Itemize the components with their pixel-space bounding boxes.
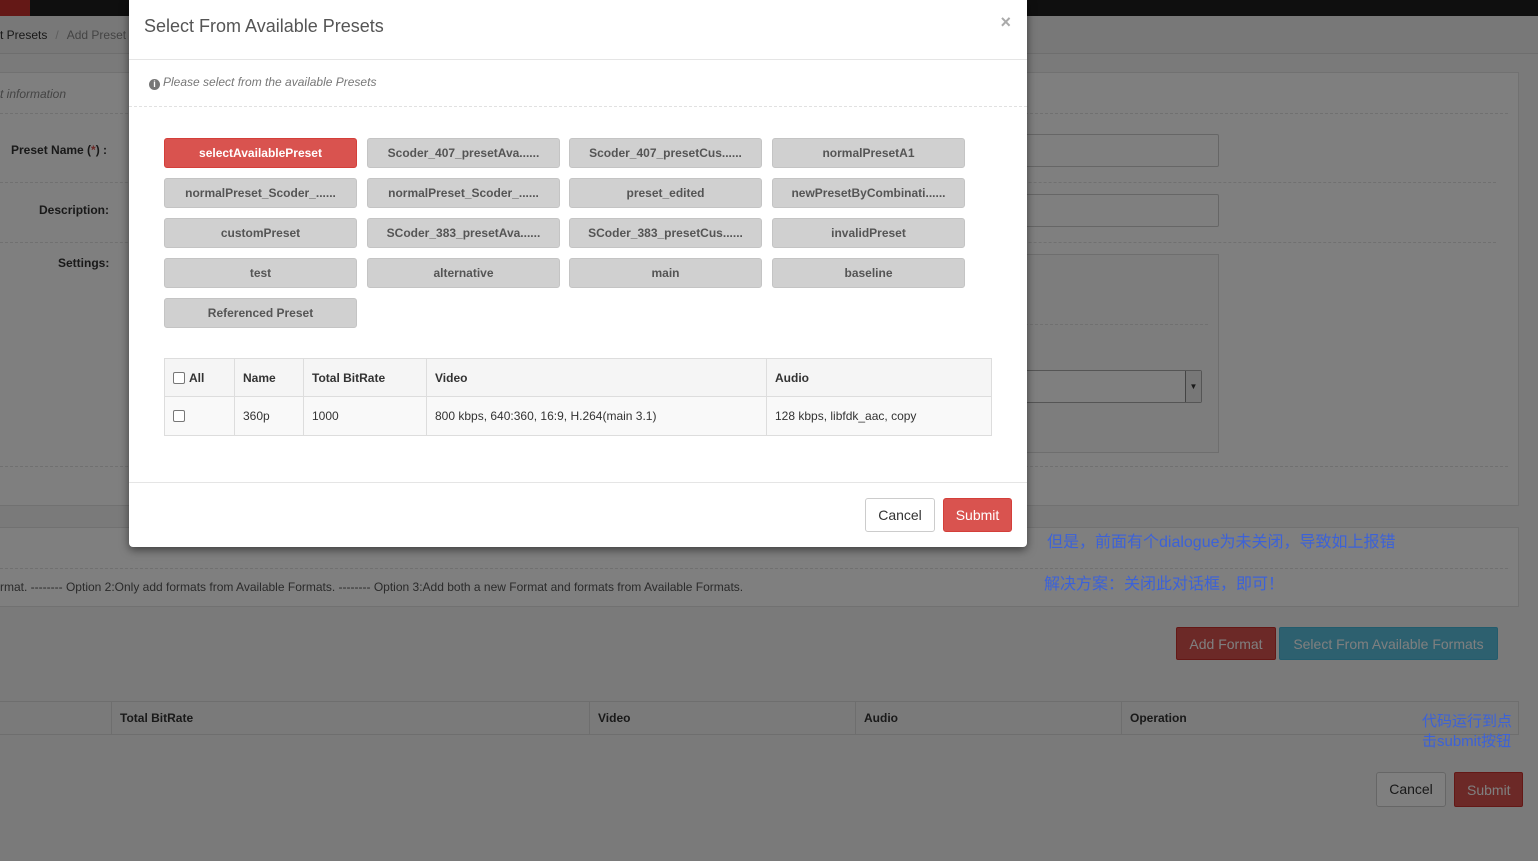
preset-button[interactable]: test [164, 258, 357, 288]
row-select-cell [164, 396, 235, 436]
row-bitrate: 1000 [303, 396, 427, 436]
row-name: 360p [234, 396, 304, 436]
preset-button[interactable]: normalPreset_Scoder_...... [164, 178, 357, 208]
preset-button[interactable]: Scoder_407_presetCus...... [569, 138, 762, 168]
preset-button[interactable]: alternative [367, 258, 560, 288]
annotation-code-note: 代码运行到点击submit按钮 [1422, 713, 1513, 750]
modal-info-text: i Please select from the available Preset… [149, 75, 376, 90]
table-header-row: All Name Total BitRate Video Audio [164, 358, 992, 397]
modal-submit-button[interactable]: Submit [943, 498, 1012, 532]
annotation-error-cause: 但是，前面有个dialogue为未关闭，导致如上报错 [1047, 534, 1396, 551]
select-presets-modal: Select From Available Presets × i Please … [129, 0, 1027, 547]
row-video: 800 kbps, 640:360, 16:9, H.264(main 3.1) [426, 396, 767, 436]
modal-footer-divider [129, 482, 1027, 483]
preset-button[interactable]: customPreset [164, 218, 357, 248]
column-video: Video [426, 358, 767, 397]
column-all: All [164, 358, 235, 397]
row-audio: 128 kbps, libfdk_aac, copy [766, 396, 992, 436]
preset-button[interactable]: selectAvailablePreset [164, 138, 357, 168]
column-audio: Audio [766, 358, 992, 397]
modal-title: Select From Available Presets [144, 16, 384, 36]
column-total-bitrate: Total BitRate [303, 358, 427, 397]
preset-button[interactable]: preset_edited [569, 178, 762, 208]
column-name: Name [234, 358, 304, 397]
row-checkbox[interactable] [173, 410, 185, 422]
preset-button[interactable]: SCoder_383_presetAva...... [367, 218, 560, 248]
preset-button[interactable]: newPresetByCombinati...... [772, 178, 965, 208]
modal-header: Select From Available Presets × [129, 0, 1027, 60]
annotation-solution: 解决方案：关闭此对话框，即可！ [1044, 576, 1285, 593]
info-icon: i [149, 79, 160, 90]
close-icon[interactable]: × [1000, 12, 1011, 33]
modal-divider [129, 106, 1027, 107]
preset-button[interactable]: main [569, 258, 762, 288]
preset-button[interactable]: SCoder_383_presetCus...... [569, 218, 762, 248]
preset-button[interactable]: normalPresetA1 [772, 138, 965, 168]
preset-button[interactable]: normalPreset_Scoder_...... [367, 178, 560, 208]
modal-cancel-button[interactable]: Cancel [865, 498, 935, 532]
select-all-checkbox[interactable] [173, 371, 185, 384]
preset-button[interactable]: Scoder_407_presetAva...... [367, 138, 560, 168]
table-row: 360p 1000 800 kbps, 640:360, 16:9, H.264… [164, 396, 992, 436]
preset-button[interactable]: Referenced Preset [164, 298, 357, 328]
preset-button[interactable]: invalidPreset [772, 218, 965, 248]
preset-button[interactable]: baseline [772, 258, 965, 288]
preset-formats-table: All Name Total BitRate Video Audio 360p … [164, 358, 992, 436]
